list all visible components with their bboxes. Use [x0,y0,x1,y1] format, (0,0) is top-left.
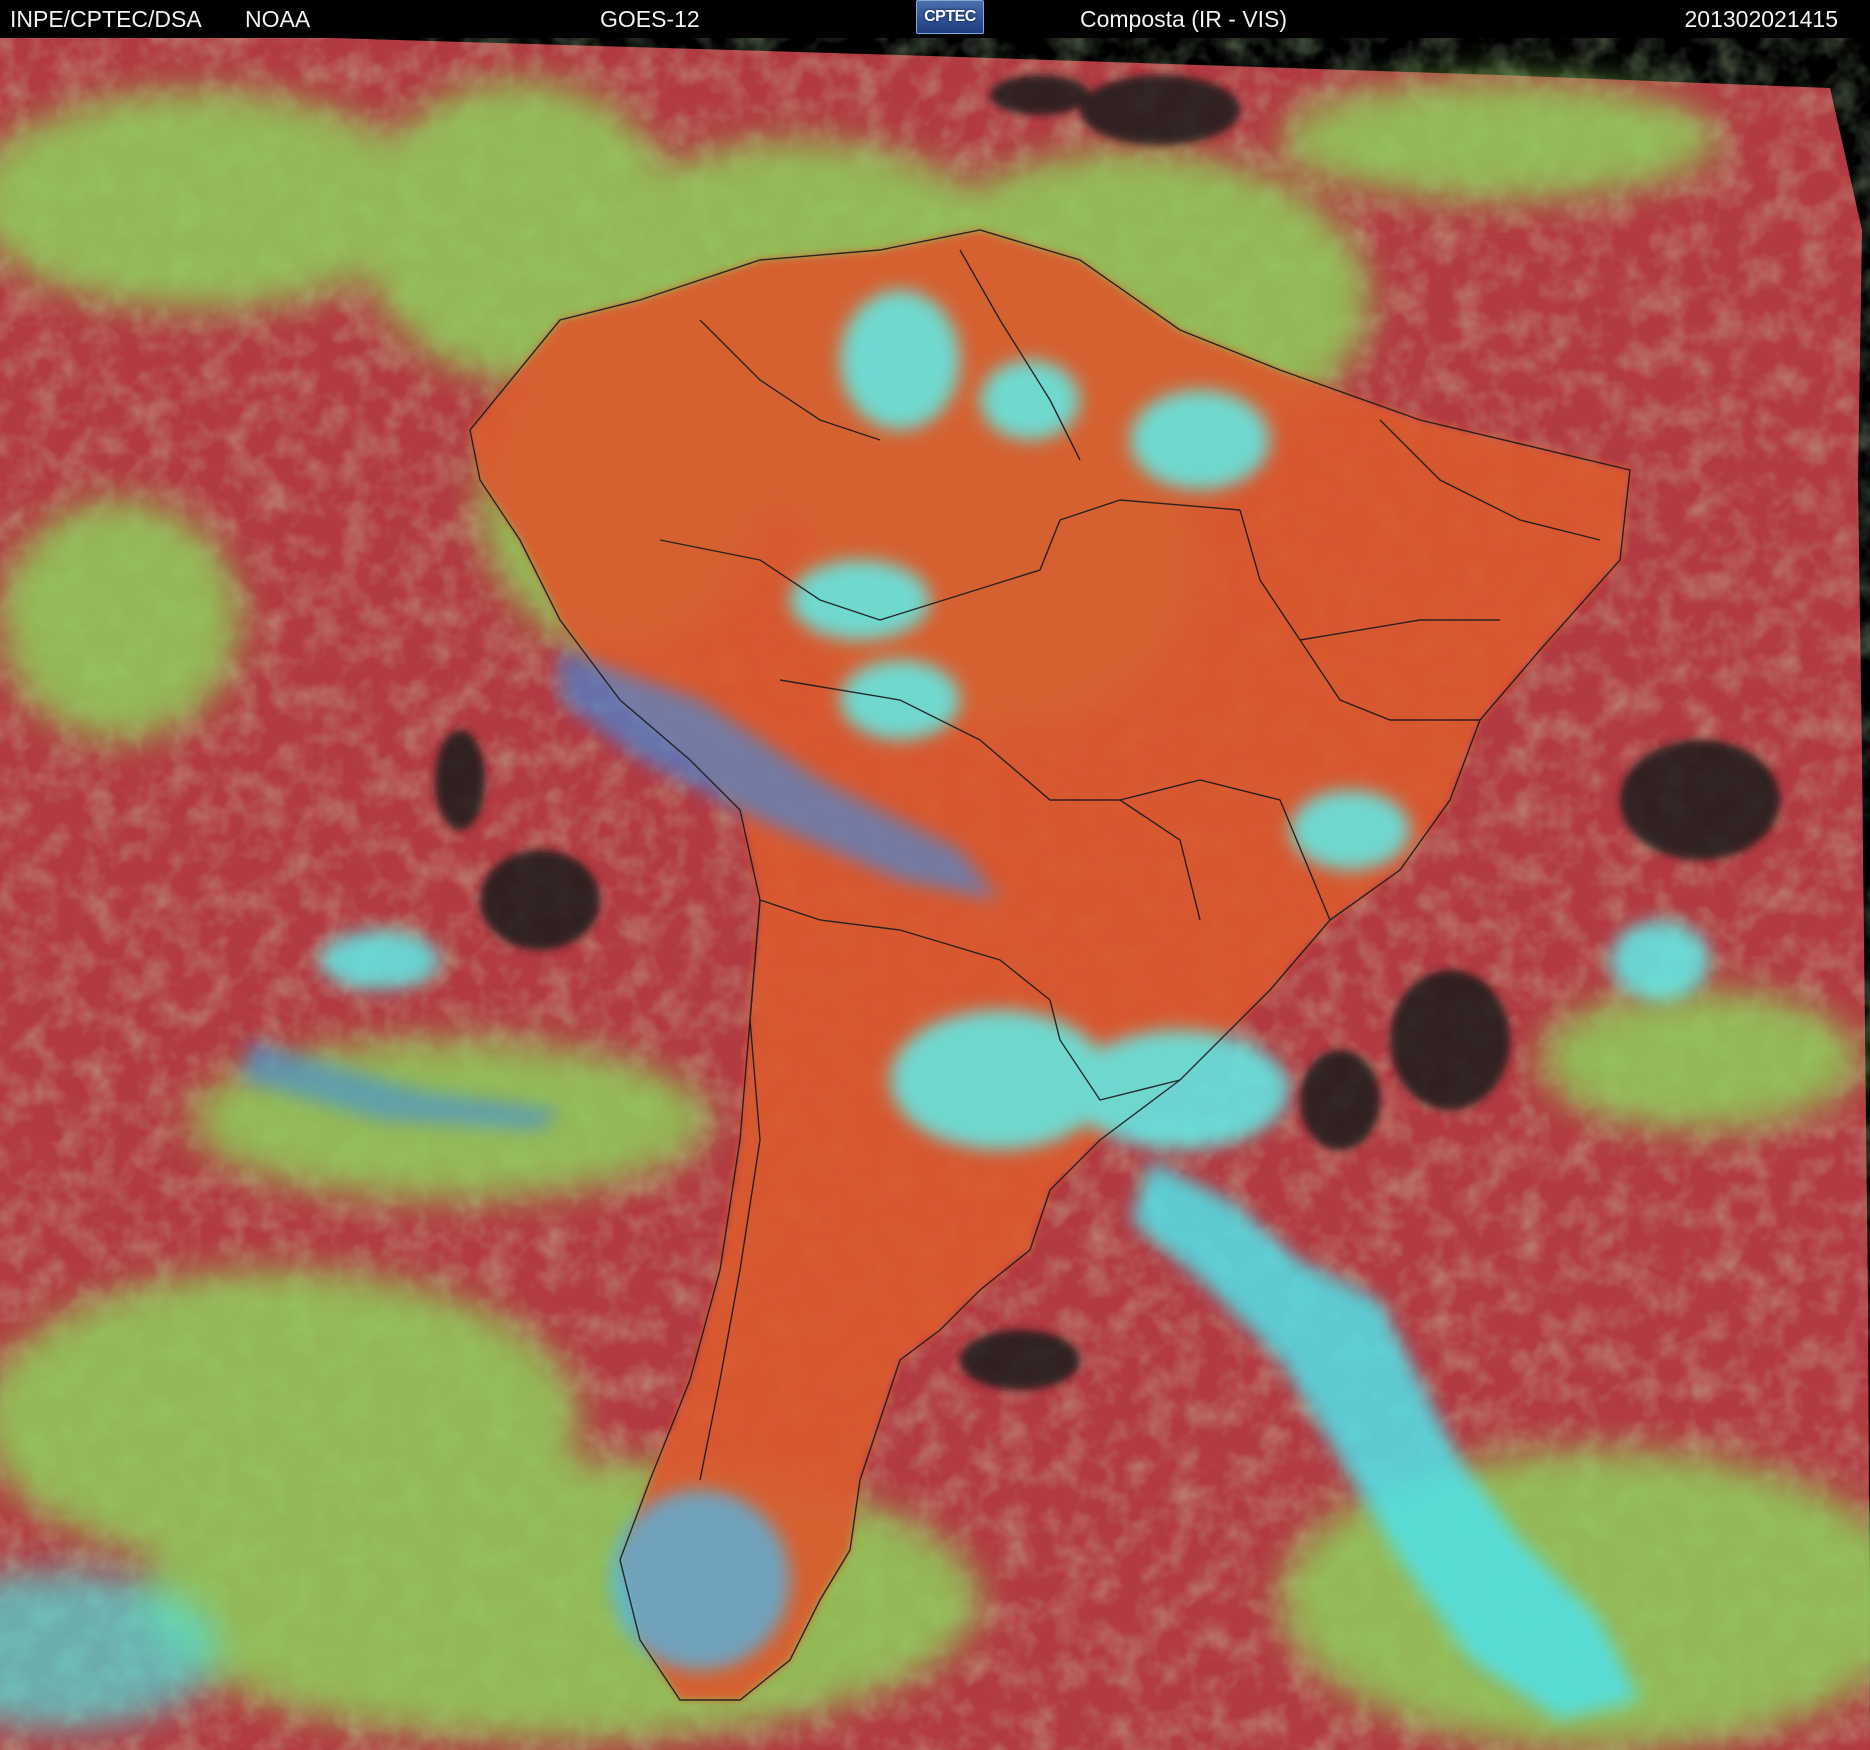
image-header-bar: INPE/CPTEC/DSA NOAA GOES-12 CPTEC Compos… [0,0,1870,38]
organization-label: INPE/CPTEC/DSA [10,6,202,32]
cptec-logo: CPTEC [916,0,984,34]
timestamp-label: 201302021415 [1684,6,1839,32]
agency-label: NOAA [245,6,311,32]
satellite-composite-image [0,38,1870,1750]
product-label: Composta (IR - VIS) [1080,6,1288,32]
satellite-label: GOES-12 [600,6,700,32]
